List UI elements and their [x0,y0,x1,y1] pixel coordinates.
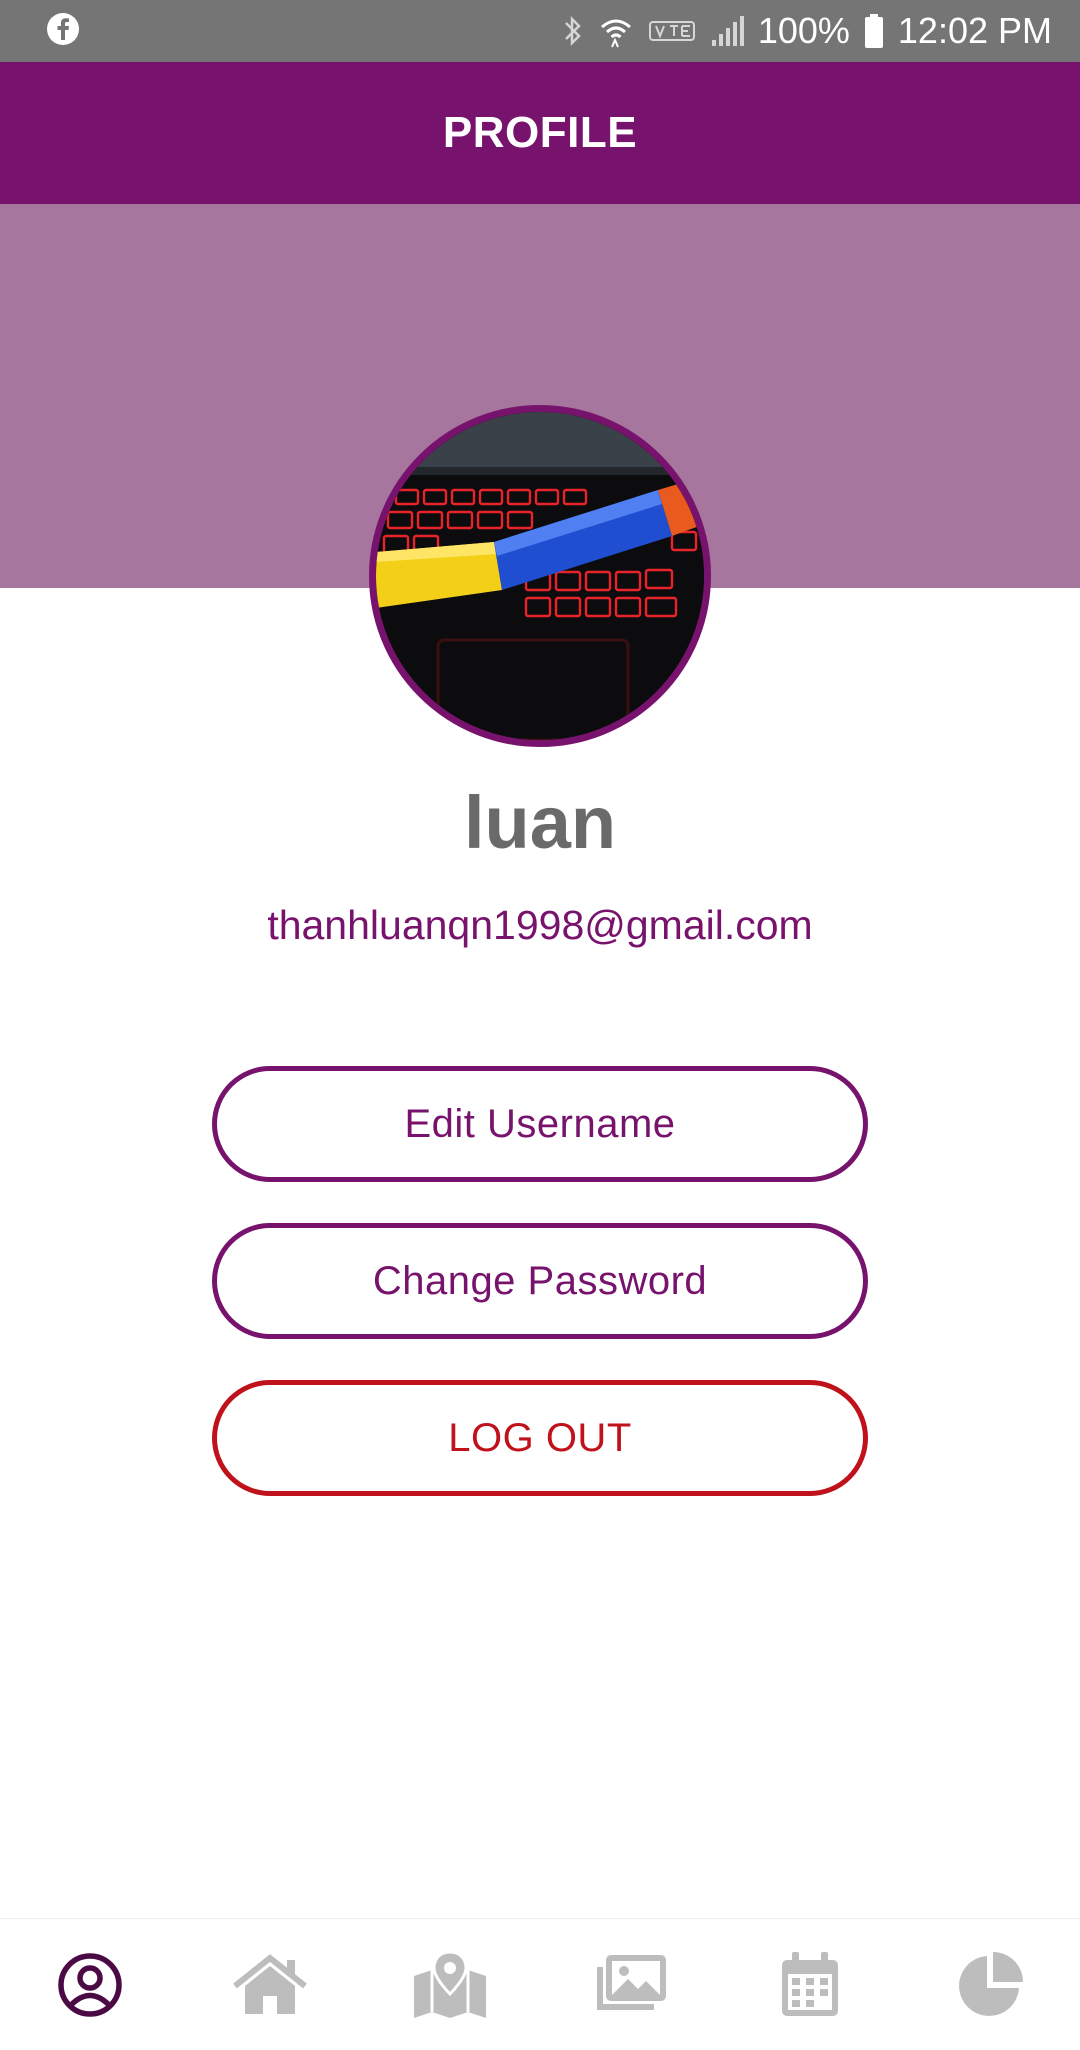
calendar-icon [780,1951,840,2018]
change-password-button[interactable]: Change Password [212,1223,868,1339]
nav-profile[interactable] [30,1925,150,2045]
pie-chart-icon [955,1950,1025,2020]
battery-icon [864,13,884,49]
gallery-icon [592,1953,668,2017]
bluetooth-icon [562,14,584,48]
status-left [46,12,80,51]
profile-email: thanhluanqn1998@gmail.com [267,902,813,948]
app-bar: PROFILE [0,62,1080,204]
avatar[interactable] [369,405,711,747]
map-icon [412,1949,488,2020]
status-bar: 100% 12:02 PM [0,0,1080,62]
logout-button[interactable]: LOG OUT [212,1380,868,1496]
nav-calendar[interactable] [750,1925,870,2045]
status-time: 12:02 PM [897,10,1052,51]
nav-home[interactable] [210,1925,330,2045]
status-right: 100% 12:02 PM [562,10,1052,52]
page-title: PROFILE [442,108,638,157]
profile-icon [57,1952,123,2018]
volte-icon [648,14,696,48]
edit-username-button[interactable]: Edit Username [212,1066,868,1182]
nav-gallery[interactable] [570,1925,690,2045]
wifi-icon [598,14,634,48]
facebook-icon [46,12,80,51]
signal-icon [710,14,744,48]
profile-username: luan [463,781,617,864]
bottom-nav [0,1918,1080,2050]
battery-percent: 100% [757,10,850,51]
home-icon [231,1952,309,2018]
nav-stats[interactable] [930,1925,1050,2045]
nav-map[interactable] [390,1925,510,2045]
